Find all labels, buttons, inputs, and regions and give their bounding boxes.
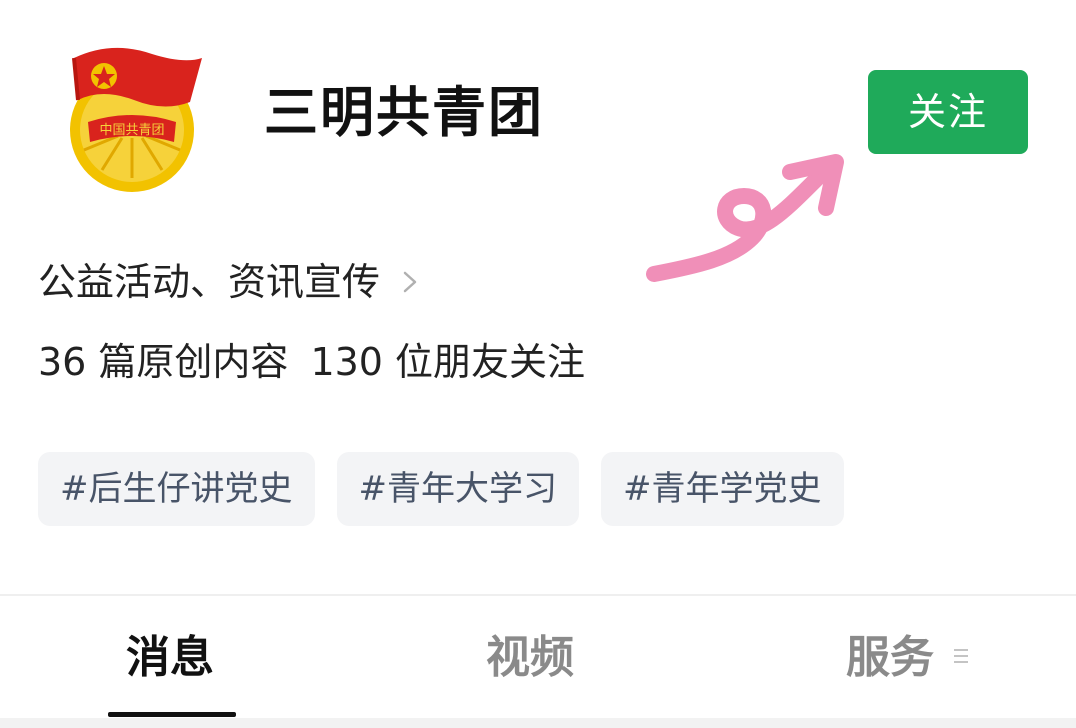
tab-videos[interactable]: 视频 bbox=[486, 628, 574, 688]
content-separator bbox=[0, 718, 1076, 728]
original-content-count: 36 篇原创内容 bbox=[38, 340, 289, 384]
follow-button[interactable]: 关注 bbox=[868, 70, 1028, 154]
account-name: 三明共青团 bbox=[264, 81, 544, 144]
menu-icon[interactable] bbox=[952, 646, 970, 666]
topic-tags: #后生仔讲党史 #青年大学习 #青年学党史 bbox=[38, 452, 844, 526]
topic-tag[interactable]: #青年学党史 bbox=[601, 452, 844, 526]
followers-count[interactable]: 130 位朋友关注 bbox=[310, 340, 585, 384]
svg-text:中国共青团: 中国共青团 bbox=[99, 123, 164, 138]
account-profile-page: 中国共青团 三明共青团 关注 公益活动、资讯宣传 36 篇原创内容 130 位朋友… bbox=[0, 0, 1076, 728]
topic-tag[interactable]: #青年大学习 bbox=[336, 452, 579, 526]
chevron-right-icon bbox=[403, 271, 417, 293]
tab-messages[interactable]: 消息 bbox=[126, 628, 214, 688]
tab-services[interactable]: 服务 bbox=[846, 628, 934, 688]
section-divider bbox=[0, 594, 1076, 596]
communist-youth-league-emblem-icon[interactable]: 中国共青团 bbox=[52, 38, 212, 198]
topic-tag[interactable]: #后生仔讲党史 bbox=[38, 452, 315, 526]
account-stats: 36 篇原创内容 130 位朋友关注 bbox=[38, 334, 585, 390]
account-intro-text: 公益活动、资讯宣传 bbox=[38, 260, 381, 304]
account-intro-link[interactable]: 公益活动、资讯宣传 bbox=[38, 254, 418, 310]
active-tab-indicator bbox=[108, 712, 236, 717]
annotation-arrow-icon bbox=[646, 154, 844, 282]
